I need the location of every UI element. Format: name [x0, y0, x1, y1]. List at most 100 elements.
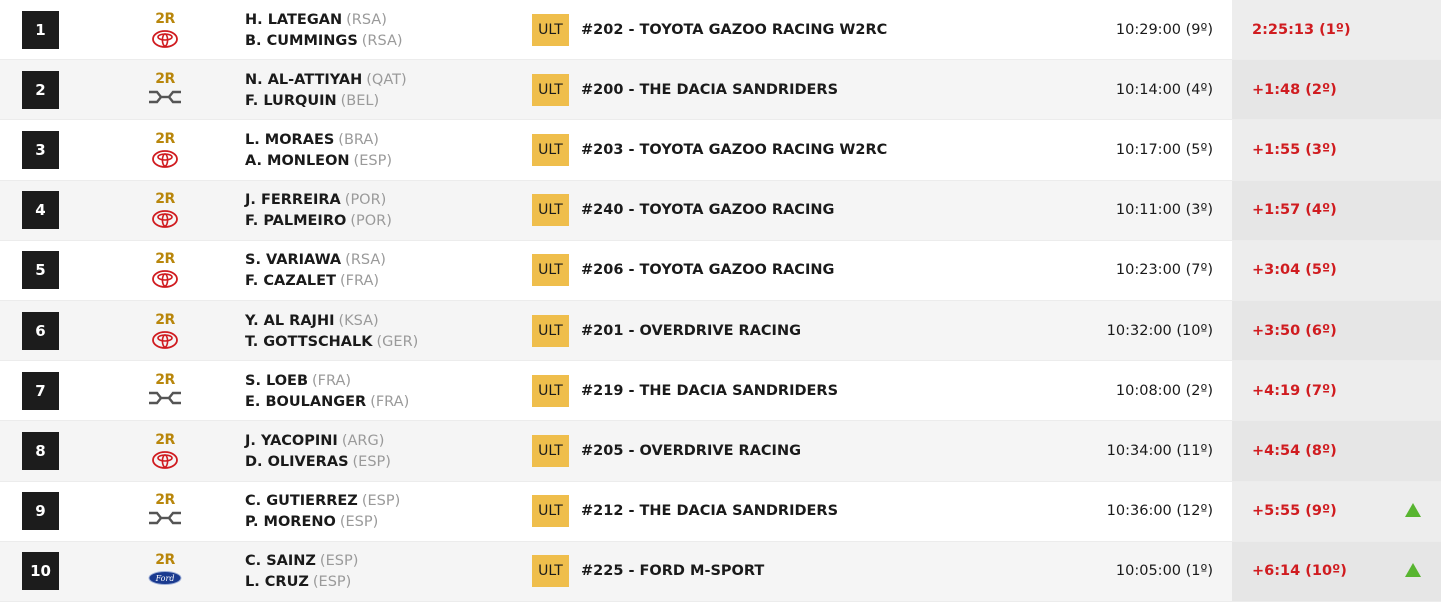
brand-logo: 2R	[145, 311, 185, 353]
driver-nationality: (ESP)	[361, 493, 401, 510]
driver-name: L. MORAES	[245, 131, 335, 148]
start-time: 10:14:00 (4º)	[1115, 81, 1213, 98]
brand-2r-label: 2R	[155, 311, 175, 328]
driver[interactable]: C. GUTIERREZ (ESP)	[245, 491, 400, 512]
team-name[interactable]: #212 - THE DACIA SANDRIDERS	[581, 501, 838, 521]
result-row[interactable]: 3 2R L. MORAES (BRA) A. MONLEON (ESP) ULT …	[0, 120, 1441, 181]
crew: C. SAINZ (ESP) L. CRUZ (ESP)	[245, 551, 358, 593]
result-row[interactable]: 6 2R Y. AL RAJHI (KSA) T. GOTTSCHALK (GER)…	[0, 300, 1441, 362]
team-name[interactable]: #240 - TOYOTA GAZOO RACING	[581, 200, 834, 220]
toyota-logo-icon	[145, 330, 185, 349]
driver[interactable]: J. FERREIRA (POR)	[245, 190, 392, 211]
driver[interactable]: N. AL-ATTIYAH (QAT)	[245, 70, 407, 91]
team-name[interactable]: #200 - THE DACIA SANDRIDERS	[581, 80, 838, 100]
codriver-nationality: (FRA)	[370, 393, 410, 410]
result-row[interactable]: 9 2R C. GUTIERREZ (ESP) P. MORENO (ESP) UL…	[0, 481, 1441, 542]
team-name[interactable]: #202 - TOYOTA GAZOO RACING W2RC	[581, 20, 887, 40]
driver[interactable]: L. MORAES (BRA)	[245, 130, 392, 151]
codriver-name: T. GOTTSCHALK	[245, 333, 373, 350]
team-name[interactable]: #201 - OVERDRIVE RACING	[581, 321, 801, 341]
codriver[interactable]: A. MONLEON (ESP)	[245, 151, 392, 172]
codriver[interactable]: E. BOULANGER (FRA)	[245, 392, 409, 413]
codriver-name: D. OLIVERAS	[245, 453, 349, 470]
driver[interactable]: Y. AL RAJHI (KSA)	[245, 311, 418, 332]
result-row[interactable]: 2 2R N. AL-ATTIYAH (QAT) F. LURQUIN (BEL) …	[0, 60, 1441, 121]
codriver-nationality: (FRA)	[339, 273, 380, 290]
codriver-name: E. BOULANGER	[245, 393, 367, 410]
stage-time: +5:55 (9º)	[1252, 503, 1337, 520]
brand-logo: 2R Ford	[145, 551, 185, 593]
driver[interactable]: H. LATEGAN (RSA)	[245, 10, 403, 31]
driver-name: H. LATEGAN	[245, 11, 343, 28]
brand-2r-label: 2R	[155, 10, 175, 27]
team-name[interactable]: #225 - FORD M-SPORT	[581, 561, 764, 581]
codriver-nationality: (ESP)	[352, 453, 391, 470]
category-badge: ULT	[532, 495, 569, 528]
codriver-nationality: (RSA)	[361, 32, 403, 49]
driver[interactable]: J. YACOPINI (ARG)	[245, 431, 391, 452]
team-name[interactable]: #203 - TOYOTA GAZOO RACING W2RC	[581, 140, 887, 160]
codriver[interactable]: B. CUMMINGS (RSA)	[245, 31, 403, 52]
position-badge: 6	[22, 311, 59, 350]
driver-name: S. VARIAWA	[245, 252, 342, 269]
start-time: 10:34:00 (11º)	[1106, 442, 1213, 459]
start-time: 10:23:00 (7º)	[1115, 262, 1213, 279]
category-badge: ULT	[532, 133, 569, 166]
stage-time: +3:04 (5º)	[1252, 262, 1337, 279]
codriver-nationality: (POR)	[350, 213, 392, 230]
category-badge: ULT	[532, 374, 569, 407]
codriver[interactable]: D. OLIVERAS (ESP)	[245, 452, 391, 473]
brand-logo: 2R	[145, 431, 185, 473]
position-badge: 2	[22, 70, 59, 109]
driver-name: C. GUTIERREZ	[245, 493, 358, 510]
brand-2r-label: 2R	[155, 251, 175, 268]
team-name[interactable]: #205 - OVERDRIVE RACING	[581, 441, 801, 461]
stage-time: +6:14 (10º)	[1252, 563, 1347, 580]
start-time: 10:29:00 (9º)	[1115, 21, 1213, 38]
driver[interactable]: C. SAINZ (ESP)	[245, 551, 358, 572]
team-name[interactable]: #206 - TOYOTA GAZOO RACING	[581, 260, 834, 280]
crew: S. LOEB (FRA) E. BOULANGER (FRA)	[245, 371, 409, 413]
driver[interactable]: S. LOEB (FRA)	[245, 371, 409, 392]
result-row[interactable]: 10 2R Ford C. SAINZ (ESP) L. CRUZ (ESP) UL…	[0, 541, 1441, 602]
category-badge: ULT	[532, 13, 569, 46]
codriver-name: P. MORENO	[245, 514, 336, 531]
result-row[interactable]: 1 2R H. LATEGAN (RSA) B. CUMMINGS (RSA) UL…	[0, 0, 1441, 61]
driver-name: C. SAINZ	[245, 553, 316, 570]
driver-nationality: (QAT)	[366, 71, 407, 88]
codriver[interactable]: F. LURQUIN (BEL)	[245, 91, 407, 112]
toyota-logo-icon	[145, 451, 185, 469]
brand-2r-label: 2R	[155, 552, 175, 569]
codriver-name: B. CUMMINGS	[245, 32, 358, 49]
result-row[interactable]: 5 2R S. VARIAWA (RSA) F. CAZALET (FRA) ULT…	[0, 240, 1441, 301]
dacia-logo-icon	[145, 511, 185, 525]
driver[interactable]: S. VARIAWA (RSA)	[245, 250, 386, 271]
brand-2r-label: 2R	[155, 492, 175, 509]
result-row[interactable]: 4 2R J. FERREIRA (POR) F. PALMEIRO (POR) U…	[0, 180, 1441, 241]
category-badge: ULT	[532, 194, 569, 227]
stage-time: 2:25:13 (1º)	[1252, 21, 1351, 38]
codriver[interactable]: F. CAZALET (FRA)	[245, 271, 386, 292]
result-row[interactable]: 8 2R J. YACOPINI (ARG) D. OLIVERAS (ESP) U…	[0, 421, 1441, 482]
codriver-nationality: (GER)	[376, 333, 419, 350]
codriver[interactable]: T. GOTTSCHALK (GER)	[245, 332, 418, 353]
crew: C. GUTIERREZ (ESP) P. MORENO (ESP)	[245, 491, 400, 533]
position-badge: 10	[22, 552, 59, 591]
result-row[interactable]: 7 2R S. LOEB (FRA) E. BOULANGER (FRA) ULT …	[0, 361, 1441, 422]
codriver[interactable]: L. CRUZ (ESP)	[245, 572, 358, 593]
crew: L. MORAES (BRA) A. MONLEON (ESP)	[245, 130, 392, 172]
brand-logo: 2R	[145, 190, 185, 232]
category-badge: ULT	[532, 434, 569, 467]
driver-nationality: (KSA)	[338, 312, 379, 329]
codriver[interactable]: P. MORENO (ESP)	[245, 512, 400, 533]
codriver-nationality: (BEL)	[340, 92, 380, 109]
brand-2r-label: 2R	[155, 130, 175, 147]
brand-logo: 2R	[145, 371, 185, 413]
brand-logo: 2R	[145, 130, 185, 172]
driver-name: J. YACOPINI	[245, 432, 338, 449]
stage-time: +3:50 (6º)	[1252, 322, 1337, 339]
codriver[interactable]: F. PALMEIRO (POR)	[245, 211, 392, 232]
position-badge: 8	[22, 431, 59, 470]
dacia-logo-icon	[145, 90, 185, 104]
team-name[interactable]: #219 - THE DACIA SANDRIDERS	[581, 381, 838, 401]
